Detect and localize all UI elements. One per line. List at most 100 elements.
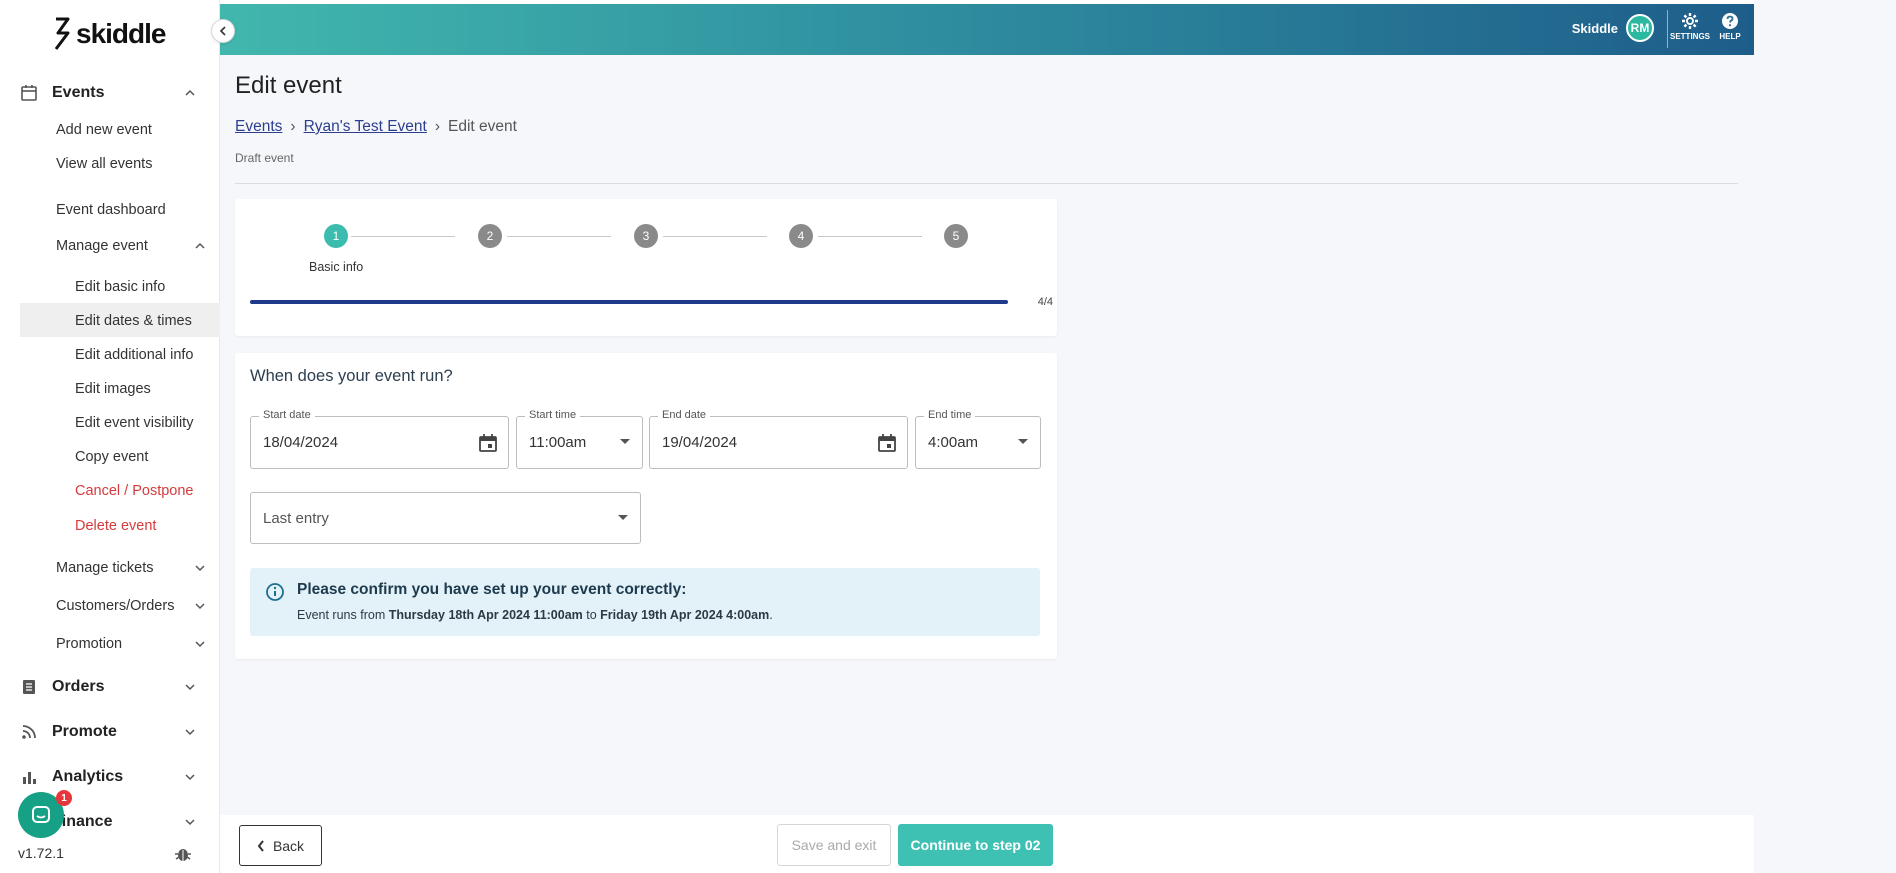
sidebar-group-manage-tickets[interactable]: Manage tickets [56,560,206,576]
notice-title: Please confirm you have set up your even… [297,581,687,598]
sidebar-item-event-dashboard[interactable]: Event dashboard [56,202,166,218]
top-header-bar: Skiddle RM SETTINGS HELP [220,4,1754,55]
end-date-field[interactable]: End date 19/04/2024 [649,409,908,469]
gear-icon [1682,13,1698,29]
help-label: HELP [1719,32,1741,41]
end-time-label: End time [924,409,976,421]
step-1-label: Basic info [309,260,364,274]
sidebar-item-edit-additional-info[interactable]: Edit additional info [75,347,194,363]
caret-down-icon [618,515,628,520]
event-status: Draft event [235,151,294,165]
step-5[interactable]: 5 [944,224,968,248]
help-icon [1722,13,1738,29]
breadcrumb-link-events[interactable]: Events [235,118,282,136]
orders-icon [23,680,35,694]
step-connector [663,236,767,237]
rss-icon [22,725,36,739]
save-and-exit-button[interactable]: Save and exit [777,824,891,866]
event-dates-card: When does your event run? Start date 18/… [235,353,1057,659]
settings-button[interactable]: SETTINGS [1670,12,1710,41]
caret-down-icon [1018,439,1028,444]
last-entry-select[interactable]: Last entry [250,492,641,544]
sidebar-item-edit-event-visibility[interactable]: Edit event visibility [75,415,193,431]
start-time-label: Start time [525,409,581,421]
chat-icon [32,806,50,823]
sidebar-section-label: Promote [52,723,117,740]
header-divider [1667,10,1668,48]
chevron-down-icon [185,729,195,736]
sidebar-item-edit-basic-info[interactable]: Edit basic info [75,279,165,295]
chevron-down-icon [195,641,205,648]
sidebar-item-edit-dates-times[interactable]: Edit dates & times [75,313,192,329]
sidebar-group-label: Manage tickets [56,560,154,576]
chat-notification-badge: 1 [56,790,72,806]
notice-suffix: . [769,608,773,622]
step-3[interactable]: 3 [634,224,658,248]
notice-middle: to [582,608,601,622]
breadcrumb-current: Edit event [448,118,517,135]
help-button[interactable]: HELP [1710,12,1750,41]
calendar-icon[interactable] [877,433,897,453]
sidebar-item-view-all-events[interactable]: View all events [56,156,152,172]
step-1[interactable]: 1 [324,224,348,248]
sidebar-item-add-new-event[interactable]: Add new event [56,122,152,138]
confirmation-notice: Please confirm you have set up your even… [250,568,1040,636]
sidebar-group-customers-orders[interactable]: Customers/Orders [56,598,206,614]
form-title: When does your event run? [250,367,453,385]
progress-text: 4/4 [1037,296,1053,308]
calendar-icon[interactable] [478,433,498,453]
breadcrumb-link-event[interactable]: Ryan's Test Event [304,118,427,136]
chevron-left-icon [257,839,264,852]
end-date-label: End date [658,409,711,421]
calendar-icon [21,85,37,101]
start-time-select[interactable]: Start time 11:00am [516,409,643,469]
sidebar-item-edit-images[interactable]: Edit images [75,381,151,397]
sidebar-section-promote[interactable]: Promote [0,715,220,749]
skiddle-logo[interactable]: skiddle [52,16,166,52]
sidebar-section-events[interactable]: Events [0,76,220,110]
notice-start: Thursday 18th Apr 2024 11:00am [388,608,583,622]
logo-text: skiddle [76,18,166,49]
skiddle-logo-icon [54,17,70,50]
sidebar-group-label: Manage event [56,238,148,254]
notice-text: Event runs from Thursday 18th Apr 2024 1… [297,608,773,622]
sidebar-group-promotion[interactable]: Promotion [56,636,206,652]
sidebar-group-manage-event[interactable]: Manage event [56,238,206,254]
sidebar-section-orders[interactable]: Orders [0,670,220,704]
chevron-left-icon [219,26,226,36]
end-time-select[interactable]: End time 4:00am [915,409,1041,469]
back-label: Back [272,837,305,854]
chevron-down-icon [185,774,195,781]
bar-chart-icon [23,772,36,784]
sidebar-section-label: Analytics [52,768,124,785]
step-4[interactable]: 4 [789,224,813,248]
breadcrumb-separator: › [434,118,441,135]
sidebar-item-copy-event[interactable]: Copy event [75,449,148,465]
notice-prefix: Event runs from [297,608,389,622]
chevron-up-icon [195,242,205,249]
sidebar-section-label: Orders [52,678,105,695]
chevron-up-icon [185,89,195,96]
sidebar-section-analytics[interactable]: Analytics [0,760,220,794]
sidebar-group-label: Customers/Orders [56,598,175,614]
sidebar-item-cancel-postpone[interactable]: Cancel / Postpone [75,483,194,499]
divider [235,183,1738,184]
start-date-value: 18/04/2024 [263,434,339,451]
start-date-field[interactable]: Start date 18/04/2024 [250,409,509,469]
breadcrumb: Events › Ryan's Test Event › Edit event [235,118,517,136]
start-date-label: Start date [259,409,315,421]
user-menu[interactable]: Skiddle RM [1572,14,1654,42]
end-date-value: 19/04/2024 [662,434,738,451]
bug-icon[interactable] [174,845,192,863]
last-entry-placeholder: Last entry [263,510,329,527]
chevron-down-icon [195,603,205,610]
step-2[interactable]: 2 [478,224,502,248]
sidebar-item-delete-event[interactable]: Delete event [75,518,156,534]
sidebar-collapse-button[interactable] [211,19,235,43]
info-icon [266,583,284,601]
start-time-value: 11:00am [529,434,587,451]
back-button[interactable]: Back [239,825,322,866]
progress-bar [250,300,1008,304]
continue-button[interactable]: Continue to step 02 [898,824,1053,866]
stepper-card: 1 2 3 4 5 Basic info 4/4 [235,199,1057,336]
